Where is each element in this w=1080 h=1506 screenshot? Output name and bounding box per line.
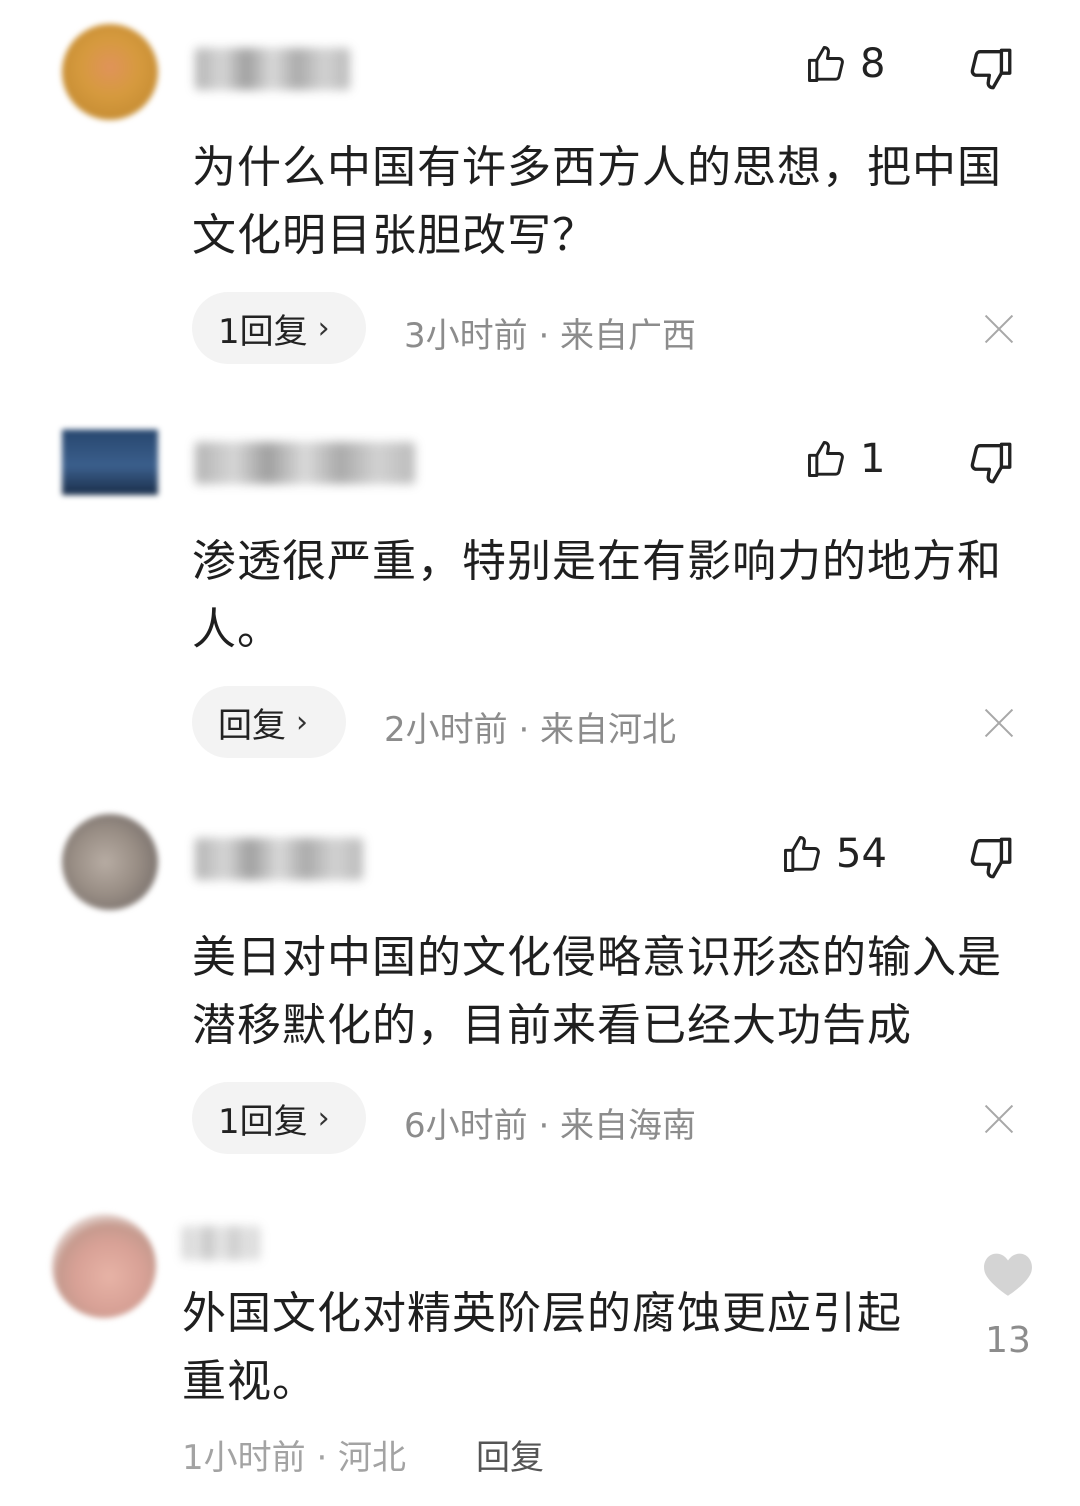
reply-button[interactable]: 回复 <box>476 1430 544 1479</box>
thumbs-down-icon[interactable] <box>966 833 1016 883</box>
reply-button[interactable]: 回复 › <box>192 686 346 758</box>
username[interactable] <box>195 442 415 484</box>
reply-button[interactable]: 1回复 › <box>192 1082 366 1154</box>
like-button[interactable]: 54 <box>780 832 887 876</box>
thumbs-up-icon <box>780 832 824 876</box>
reply-button[interactable]: 1回复 › <box>192 292 366 364</box>
reply-label: 1回复 <box>218 1101 308 1142</box>
reply-label: 1回复 <box>218 311 308 352</box>
thumbs-up-icon <box>804 437 848 481</box>
avatar[interactable] <box>62 418 158 514</box>
like-count: 8 <box>860 41 886 87</box>
username[interactable] <box>182 1226 260 1260</box>
comment-meta: 3小时前 · 来自广西 <box>404 316 697 356</box>
comment-time: 1小时前 · 河北 <box>182 1438 407 1478</box>
comment-meta: 6小时前 · 来自海南 <box>404 1106 697 1146</box>
comment-text: 为什么中国有许多西方人的思想，把中国文化明目张胆改写？ <box>192 142 1002 261</box>
like-count: 54 <box>836 831 887 877</box>
thumbs-down-icon[interactable] <box>966 438 1016 488</box>
thumbs-down-icon[interactable] <box>966 44 1016 94</box>
chevron-right-icon: › <box>296 704 308 740</box>
chevron-right-icon: › <box>317 1100 330 1136</box>
like-button[interactable]: 8 <box>804 42 885 86</box>
heart-icon <box>978 1248 1038 1298</box>
reply-label: 回复 <box>218 705 286 746</box>
like-button[interactable]: 13 <box>978 1248 1038 1361</box>
comment-text: 渗透很严重，特别是在有影响力的地方和人。 <box>192 536 1002 655</box>
username[interactable] <box>195 838 363 880</box>
username[interactable] <box>195 48 350 90</box>
like-button[interactable]: 1 <box>804 437 885 481</box>
avatar[interactable] <box>62 24 158 120</box>
close-icon[interactable] <box>984 1104 1014 1134</box>
close-icon[interactable] <box>984 708 1014 738</box>
comment-text: 美日对中国的文化侵略意识形态的输入是潜移默化的，目前来看已经大功告成 <box>192 932 1002 1051</box>
like-count: 1 <box>860 436 886 482</box>
comment-meta: 2小时前 · 来自河北 <box>384 710 677 750</box>
chevron-right-icon: › <box>317 310 330 346</box>
close-icon[interactable] <box>984 314 1014 344</box>
avatar[interactable] <box>62 814 158 910</box>
avatar[interactable] <box>52 1214 156 1318</box>
comment-text: 外国文化对精英阶层的腐蚀更应引起重视。 <box>182 1288 902 1407</box>
like-count: 13 <box>985 1320 1031 1361</box>
thumbs-up-icon <box>804 42 848 86</box>
